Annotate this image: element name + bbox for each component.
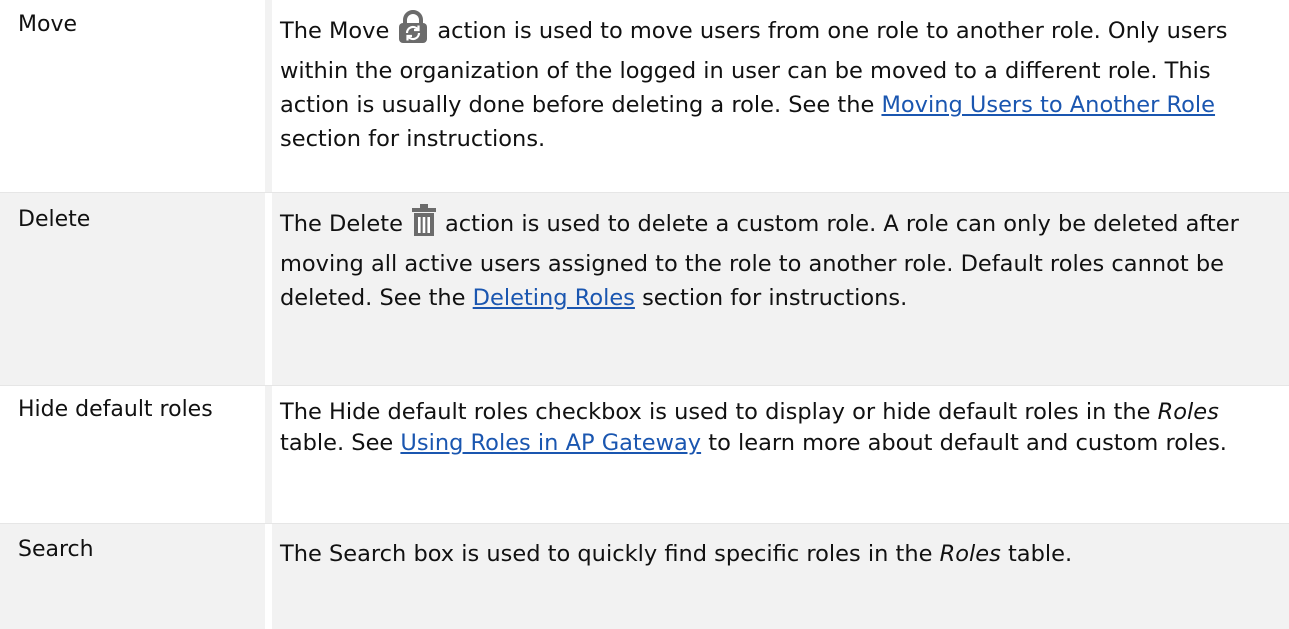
table-row-move: Move The Move action is used to move use… — [0, 0, 1289, 192]
desc-italic: Roles — [1157, 399, 1219, 425]
desc-text: table. See — [280, 430, 394, 456]
desc-text: The Move — [280, 18, 390, 44]
trash-icon — [411, 203, 437, 247]
desc-text: to learn more about default and custom r… — [708, 430, 1227, 456]
table-row-search: Search The Search box is used to quickly… — [0, 524, 1289, 629]
row-desc-search: The Search box is used to quickly find s… — [272, 524, 1289, 629]
row-desc-move: The Move action is used to move users fr… — [272, 0, 1289, 192]
desc-text: section for instructions. — [280, 126, 546, 152]
table-row-hide-default-roles: Hide default roles The Hide default role… — [0, 386, 1289, 523]
row-name-hide-default-roles: Hide default roles — [0, 386, 272, 523]
desc-italic: Roles — [939, 541, 1001, 567]
desc-text: The Delete — [280, 211, 403, 237]
link-deleting-roles[interactable]: Deleting Roles — [473, 285, 635, 311]
row-desc-delete: The Delete action is used to delete a cu… — [272, 193, 1289, 385]
row-desc-hide-default-roles: The Hide default roles checkbox is used … — [272, 386, 1289, 523]
link-using-roles[interactable]: Using Roles in AP Gateway — [400, 430, 701, 456]
lock-refresh-icon — [397, 10, 429, 54]
desc-text: table. — [1007, 541, 1073, 567]
desc-text: The Hide default roles checkbox is used … — [280, 399, 1151, 425]
row-name-delete: Delete — [0, 193, 272, 385]
table-row-delete: Delete The Delete action is used to dele… — [0, 193, 1289, 385]
row-name-search: Search — [0, 524, 272, 629]
row-name-move: Move — [0, 0, 272, 192]
desc-text: section for instructions. — [642, 285, 908, 311]
desc-text: The Search box is used to quickly find s… — [280, 541, 933, 567]
link-moving-users[interactable]: Moving Users to Another Role — [881, 92, 1215, 118]
actions-table: Move The Move action is used to move use… — [0, 0, 1289, 629]
